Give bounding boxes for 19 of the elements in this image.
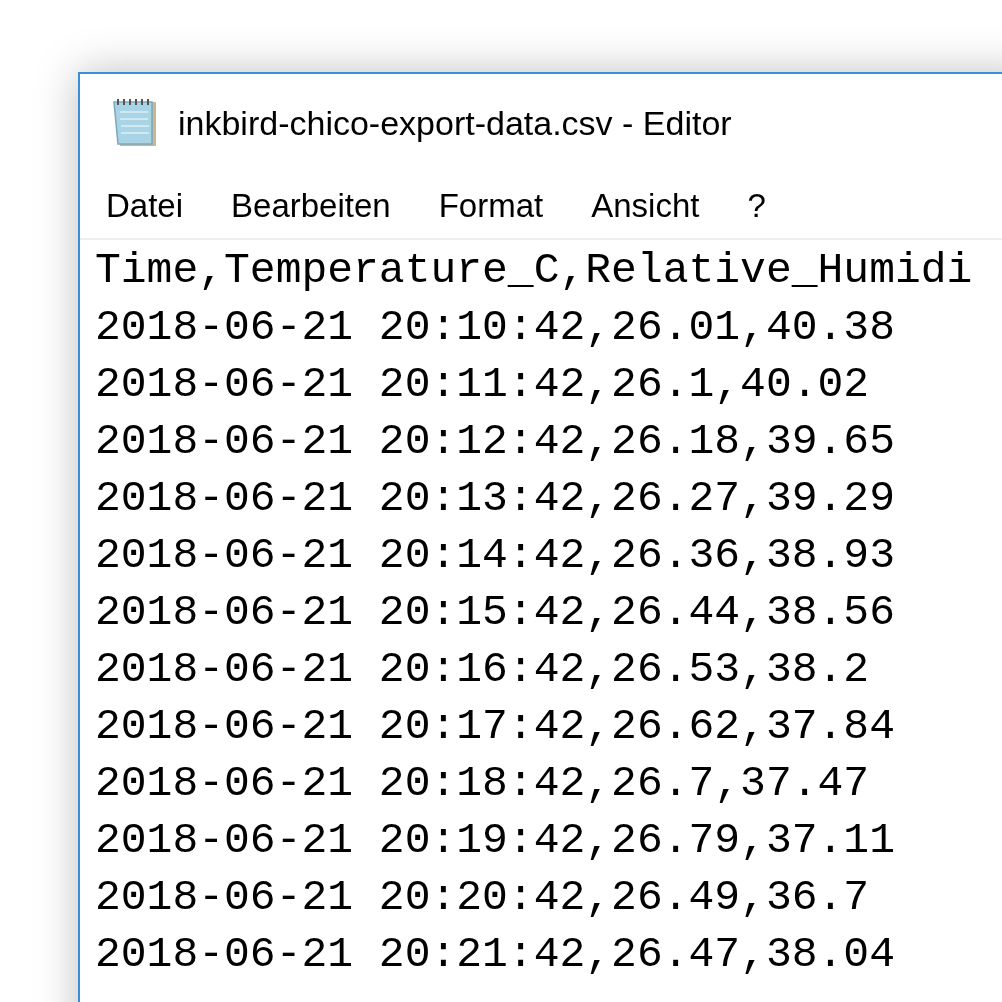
- menu-item[interactable]: ?: [723, 188, 790, 222]
- text-line: 2018-06-21 20:15:42,26.44,38.56: [95, 587, 895, 639]
- menu-item[interactable]: Ansicht: [567, 188, 724, 222]
- menu-item[interactable]: Datei: [82, 188, 208, 222]
- text-line: 2018-06-21 20:13:42,26.27,39.29: [95, 473, 895, 525]
- text-line: 2018-06-21 20:19:42,26.79,37.11: [95, 815, 895, 867]
- menu-item[interactable]: Bearbeiten: [207, 188, 415, 222]
- text-line: 2018-06-21 20:14:42,26.36,38.93: [95, 530, 895, 582]
- menu-item[interactable]: Format: [414, 188, 568, 222]
- window-title: inkbird-chico-export-data.csv - Editor: [178, 102, 732, 144]
- text-line: 2018-06-21 20:17:42,26.62,37.84: [95, 701, 895, 753]
- text-line: 2018-06-21 20:10:42,26.01,40.38: [95, 302, 895, 354]
- text-line: 2018-06-21 20:18:42,26.7,37.47: [95, 758, 870, 810]
- text-line: Time,Temperature_C,Relative_Humidi: [95, 245, 973, 297]
- text-line: 2018-06-21 20:16:42,26.53,38.2: [95, 644, 870, 696]
- text-line: 2018-06-21 20:12:42,26.18,39.65: [95, 416, 895, 468]
- text-line: 2018-06-21 20:11:42,26.1,40.02: [95, 359, 870, 411]
- text-line: 2018-06-21 20:21:42,26.47,38.04: [95, 929, 895, 981]
- text-line: 2018-06-21 20:20:42,26.49,36.7: [95, 872, 870, 924]
